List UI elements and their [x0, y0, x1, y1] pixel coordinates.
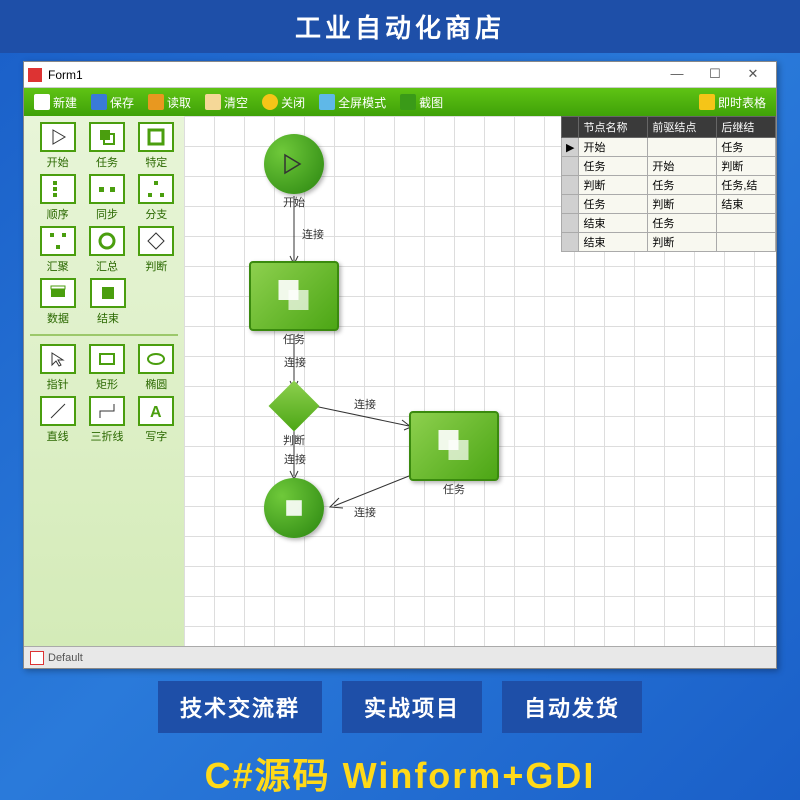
tag-delivery: 自动发货 [502, 681, 642, 733]
save-icon [91, 94, 107, 110]
toolbar: 新建 保存 读取 清空 关闭 全屏模式 截图 即时表格 [24, 88, 776, 116]
palette-sequence[interactable]: 顺序 [36, 174, 79, 222]
flow-node-task1[interactable]: 任务 [249, 261, 339, 347]
tb-clear[interactable]: 清空 [199, 94, 254, 111]
flow-node-end[interactable] [264, 478, 324, 538]
palette-specific[interactable]: 特定 [135, 122, 178, 170]
tb-fullscreen[interactable]: 全屏模式 [313, 94, 392, 111]
table-row[interactable]: 结束任务 [562, 214, 776, 233]
footer-title: C#源码 Winform+GDI [205, 747, 596, 799]
tb-save[interactable]: 保存 [85, 94, 140, 111]
svg-text:A: A [150, 404, 162, 421]
node-label: 任务 [443, 481, 465, 497]
close-button[interactable]: ✕ [734, 65, 772, 85]
palette-ellipse[interactable]: 椭圆 [135, 344, 178, 392]
tag-group: 技术交流群 [158, 681, 322, 733]
close-icon [262, 94, 278, 110]
app-window: Form1 — ☐ ✕ 新建 保存 读取 清空 关闭 全屏模式 截图 即时表格 … [23, 61, 777, 669]
content-area: 开始 任务 特定 顺序 同步 分支 汇聚 汇总 判断 数据 结束 指针 矩形 [24, 116, 776, 646]
edge-label: 连接 [302, 226, 324, 242]
palette-data[interactable]: 数据 [36, 278, 80, 326]
clear-icon [205, 94, 221, 110]
status-text: Default [48, 652, 83, 664]
table-row[interactable]: 判断任务任务,结 [562, 176, 776, 195]
palette-converge[interactable]: 汇聚 [36, 226, 79, 274]
edge-label: 连接 [284, 354, 306, 370]
table-row[interactable]: 任务开始判断 [562, 157, 776, 176]
table-row[interactable]: 任务判断结束 [562, 195, 776, 214]
status-icon [30, 651, 44, 665]
palette-task[interactable]: 任务 [85, 122, 128, 170]
statusbar: Default [24, 646, 776, 668]
tb-load[interactable]: 读取 [142, 94, 197, 111]
palette-start[interactable]: 开始 [36, 122, 79, 170]
palette-branch[interactable]: 分支 [135, 174, 178, 222]
flow-node-task2[interactable]: 任务 [409, 411, 499, 497]
table-row[interactable]: ▶开始任务 [562, 138, 776, 157]
palette-polyline[interactable]: 三折线 [85, 396, 128, 444]
fullscreen-icon [319, 94, 335, 110]
new-icon [34, 94, 50, 110]
tb-screenshot[interactable]: 截图 [394, 94, 449, 111]
palette-end[interactable]: 结束 [86, 278, 130, 326]
screenshot-icon [400, 94, 416, 110]
store-banner: 工业自动化商店 [0, 0, 800, 53]
palette-pointer[interactable]: 指针 [36, 344, 79, 392]
node-label: 判断 [283, 432, 305, 448]
tag-project: 实战项目 [342, 681, 482, 733]
app-icon [28, 68, 42, 82]
flow-node-decision[interactable]: 判断 [276, 388, 312, 448]
tb-table[interactable]: 即时表格 [693, 94, 772, 111]
palette-text[interactable]: A写字 [135, 396, 178, 444]
edge-label: 连接 [354, 396, 376, 412]
edge-label: 连接 [284, 451, 306, 467]
tb-close[interactable]: 关闭 [256, 94, 311, 111]
node-table: 节点名称 前驱结点 后继结 ▶开始任务 任务开始判断 判断任务任务,结 任务判断… [561, 116, 776, 252]
shape-palette: 开始 任务 特定 顺序 同步 分支 汇聚 汇总 判断 数据 结束 指针 矩形 [24, 116, 184, 646]
minimize-button[interactable]: — [658, 65, 696, 85]
window-title: Form1 [48, 68, 658, 82]
palette-decision[interactable]: 判断 [135, 226, 178, 274]
palette-rect[interactable]: 矩形 [85, 344, 128, 392]
table-row[interactable]: 结束判断 [562, 233, 776, 252]
load-icon [148, 94, 164, 110]
node-label: 任务 [283, 331, 305, 347]
flow-node-start[interactable]: 开始 [264, 134, 324, 210]
promo-tags: 技术交流群 实战项目 自动发货 [158, 681, 642, 733]
table-icon [699, 94, 715, 110]
palette-line[interactable]: 直线 [36, 396, 79, 444]
table-header-row: 节点名称 前驱结点 后继结 [562, 117, 776, 138]
palette-sync[interactable]: 同步 [85, 174, 128, 222]
palette-summary[interactable]: 汇总 [85, 226, 128, 274]
tb-new[interactable]: 新建 [28, 94, 83, 111]
node-label: 开始 [283, 194, 305, 210]
edge-label: 连接 [354, 504, 376, 520]
palette-separator [30, 334, 178, 336]
titlebar: Form1 — ☐ ✕ [24, 62, 776, 88]
maximize-button[interactable]: ☐ [696, 65, 734, 85]
flowchart-canvas[interactable]: 开始 连接 任务 连接 判断 连接 连接 任务 连接 [184, 116, 776, 646]
